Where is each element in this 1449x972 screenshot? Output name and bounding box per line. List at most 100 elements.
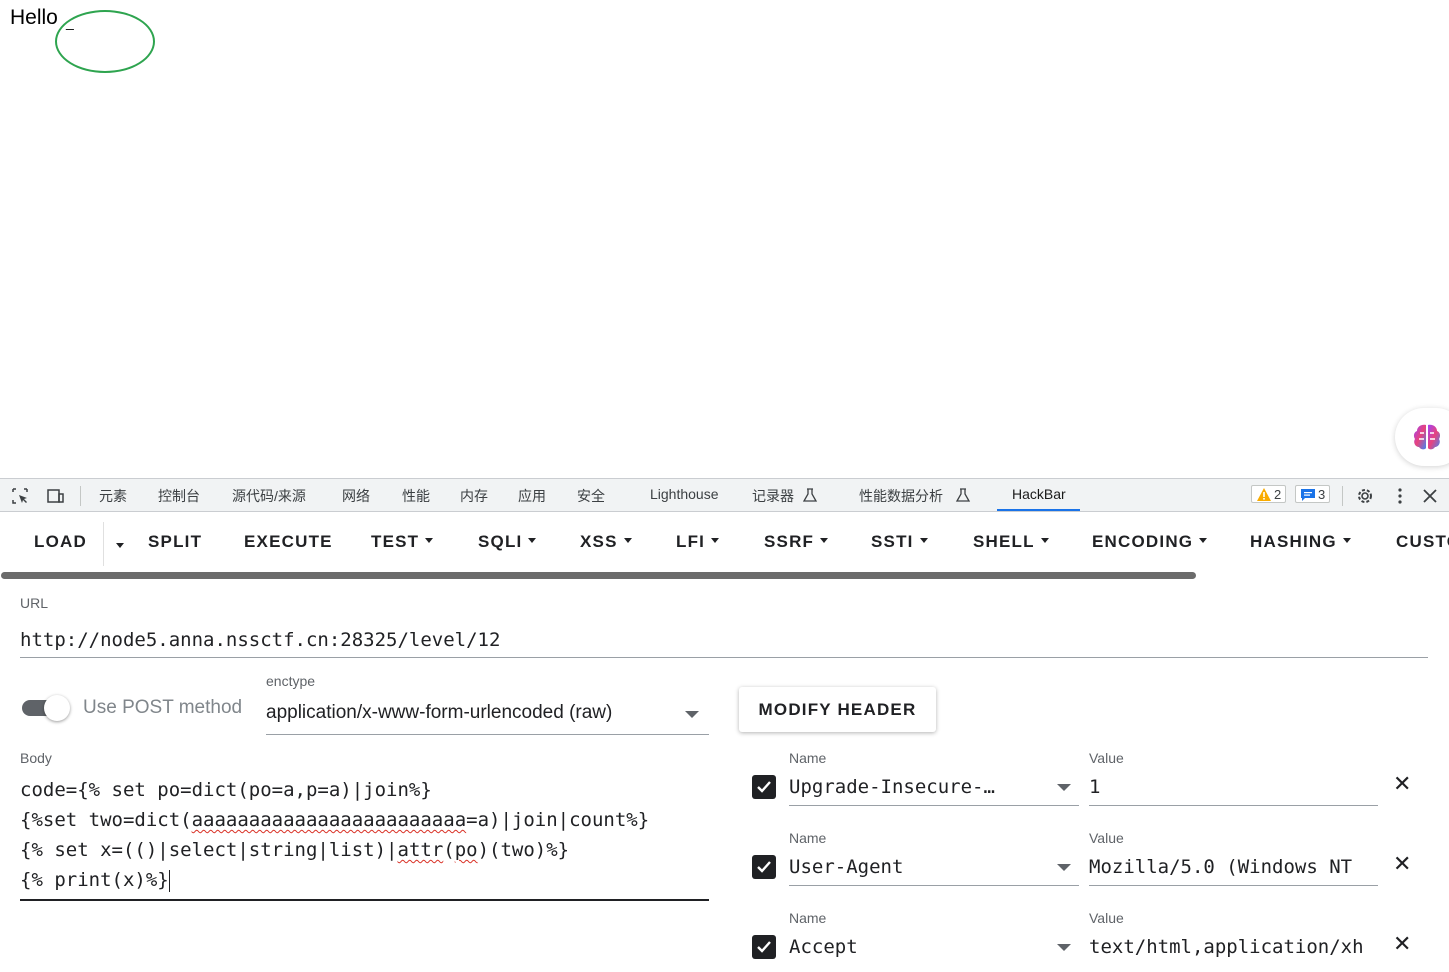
delete-header-icon[interactable]: ✕ (1393, 771, 1411, 797)
spellcheck-text: po (454, 839, 478, 861)
tab-hackbar[interactable]: HackBar (1012, 486, 1066, 502)
messages-count: 3 (1318, 487, 1326, 502)
shell-label: SHELL (973, 532, 1035, 551)
ai-assistant-button[interactable] (1395, 408, 1449, 466)
tab-network[interactable]: 网络 (342, 486, 370, 506)
code-text: ( (443, 839, 455, 861)
test-label: TEST (371, 532, 420, 551)
header-value-text: 1 (1089, 776, 1101, 798)
spellcheck-text: aaaaaaaaaaaaaaaaaaaaaaaa (191, 809, 467, 831)
header-value-text: text/html,application/xh (1089, 936, 1364, 958)
tab-sources[interactable]: 源代码/来源 (232, 486, 306, 506)
checkmark-icon (757, 781, 771, 793)
brain-icon (1413, 424, 1441, 450)
header-value-text: Mozilla/5.0 (Windows NT (1089, 856, 1353, 878)
header-value-label: Value (1089, 910, 1124, 926)
header-name-value: User-Agent (789, 856, 904, 878)
header-value-label: Value (1089, 750, 1124, 766)
header-value-field[interactable]: 1 (1089, 772, 1378, 806)
close-devtools-icon[interactable] (1420, 486, 1440, 506)
page-hello-text: Hello (10, 6, 58, 29)
header-row: Name User-Agent Value Mozilla/5.0 (Windo… (750, 830, 1440, 910)
warnings-badge[interactable]: 2 (1251, 485, 1287, 503)
message-icon (1301, 489, 1315, 501)
tab-performance-insights[interactable]: 性能数据分析 (859, 486, 943, 506)
inspect-element-icon[interactable] (10, 486, 30, 506)
delete-header-icon[interactable]: ✕ (1393, 931, 1411, 957)
header-enabled-checkbox[interactable] (752, 775, 776, 799)
body-line: {%set two=dict(aaaaaaaaaaaaaaaaaaaaaaaa=… (20, 809, 649, 831)
body-textarea[interactable]: code={% set po=dict(po=a,p=a)|join%} {%s… (20, 775, 709, 901)
ssrf-label: SSRF (764, 532, 815, 551)
annotation-ellipse (55, 10, 155, 73)
code-text: {% set x=(()|select|string|list)| (20, 839, 398, 861)
checkmark-icon (757, 861, 771, 873)
load-dropdown-icon[interactable] (116, 543, 124, 548)
split-button[interactable]: SPLIT (148, 532, 202, 552)
chevron-down-icon (1342, 538, 1351, 544)
post-method-toggle[interactable] (22, 695, 72, 721)
chevron-down-icon (1040, 538, 1049, 544)
settings-gear-icon[interactable] (1355, 486, 1375, 506)
header-name-value: Upgrade-Insecure-… (789, 776, 995, 798)
xss-menu[interactable]: XSS (580, 532, 632, 552)
body-line: code={% set po=dict(po=a,p=a)|join%} (20, 779, 432, 801)
header-name-field[interactable]: Accept (789, 932, 1079, 966)
hashing-menu[interactable]: HASHING (1250, 532, 1351, 552)
lfi-label: LFI (676, 532, 706, 551)
execute-button[interactable]: EXECUTE (244, 532, 333, 552)
header-name-field[interactable]: User-Agent (789, 852, 1079, 886)
header-enabled-checkbox[interactable] (752, 935, 776, 959)
tab-elements[interactable]: 元素 (99, 486, 127, 506)
delete-header-icon[interactable]: ✕ (1393, 851, 1411, 877)
chevron-down-icon (919, 538, 928, 544)
enctype-label: enctype (266, 673, 316, 689)
header-value-label: Value (1089, 830, 1124, 846)
header-enabled-checkbox[interactable] (752, 855, 776, 879)
custom-menu[interactable]: CUSTOM (1396, 532, 1449, 552)
ssti-menu[interactable]: SSTI (871, 532, 928, 552)
tab-memory[interactable]: 内存 (460, 486, 488, 506)
encoding-label: ENCODING (1092, 532, 1194, 551)
enctype-select[interactable]: application/x-www-form-urlencoded (raw) (266, 697, 709, 735)
header-value-field[interactable]: text/html,application/xh (1089, 932, 1378, 966)
shell-menu[interactable]: SHELL (973, 532, 1049, 552)
more-options-icon[interactable] (1390, 486, 1410, 506)
text-caret (168, 869, 170, 892)
tab-application[interactable]: 应用 (518, 486, 546, 506)
sqli-label: SQLI (478, 532, 523, 551)
header-name-value: Accept (789, 936, 858, 958)
code-text: {%set two=dict( (20, 809, 192, 831)
header-name-label: Name (789, 910, 827, 926)
tab-recorder[interactable]: 记录器 (752, 486, 794, 506)
tab-security[interactable]: 安全 (577, 486, 605, 506)
lfi-menu[interactable]: LFI (676, 532, 720, 552)
tab-lighthouse[interactable]: Lighthouse (650, 486, 719, 502)
code-text: =a)|join|count%} (466, 809, 650, 831)
tab-performance[interactable]: 性能 (402, 486, 430, 506)
spellcheck-text: attr (397, 839, 444, 861)
body-label: Body (20, 750, 52, 766)
url-input[interactable] (20, 622, 1428, 658)
ssrf-menu[interactable]: SSRF (764, 532, 829, 552)
header-value-field[interactable]: Mozilla/5.0 (Windows NT (1089, 852, 1378, 886)
xss-label: XSS (580, 532, 618, 551)
sqli-menu[interactable]: SQLI (478, 532, 537, 552)
modify-header-button[interactable]: MODIFY HEADER (739, 687, 936, 732)
encoding-menu[interactable]: ENCODING (1092, 532, 1208, 552)
flask-icon (955, 488, 971, 502)
device-toolbar-icon[interactable] (45, 486, 65, 506)
chevron-down-icon (820, 538, 829, 544)
active-tab-indicator (997, 509, 1080, 511)
header-name-field[interactable]: Upgrade-Insecure-… (789, 772, 1079, 806)
enctype-value: application/x-www-form-urlencoded (raw) (266, 702, 613, 723)
test-menu[interactable]: TEST (371, 532, 434, 552)
messages-badge[interactable]: 3 (1295, 485, 1331, 503)
body-line: {% print(x)%} (20, 869, 170, 892)
warnings-count: 2 (1274, 487, 1282, 502)
toolbar-scrollbar[interactable] (1, 572, 1196, 579)
load-button[interactable]: LOAD (34, 532, 87, 552)
tab-console[interactable]: 控制台 (158, 486, 200, 506)
chevron-down-icon (623, 538, 632, 544)
dropdown-arrow-icon (1057, 784, 1071, 791)
